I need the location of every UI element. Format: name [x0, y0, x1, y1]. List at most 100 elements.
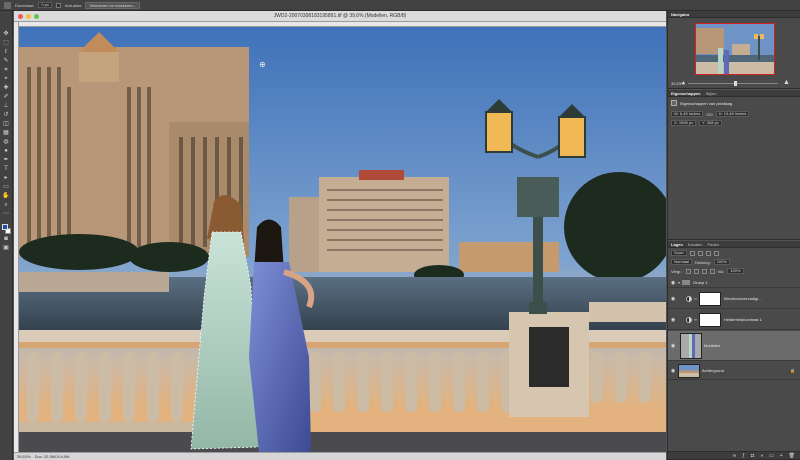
folder-icon [682, 280, 691, 285]
dodge-tool-icon[interactable]: ● [2, 148, 11, 155]
zoom-window-icon[interactable] [34, 14, 39, 19]
tab-properties[interactable]: Eigenschappen [671, 91, 701, 96]
antialias-checkbox[interactable] [55, 2, 61, 8]
image-canvas[interactable]: ⊕ [19, 27, 666, 452]
status-bar: 39,53% Doc: 32,5M/104,9M [14, 452, 666, 460]
lock-transparency-icon[interactable] [685, 268, 691, 274]
layer-thumbnail[interactable] [680, 332, 702, 359]
navigator-zoom-knob[interactable] [734, 81, 737, 86]
lasso-tool-icon[interactable] [4, 1, 11, 9]
path-select-icon[interactable]: ▸ [2, 175, 11, 182]
tab-channels[interactable]: Kanalen [688, 242, 703, 247]
crop-tool-icon[interactable]: ⌗ [2, 67, 11, 74]
navigator-thumbnail[interactable] [695, 23, 775, 75]
opacity-input[interactable]: 100% [713, 259, 730, 265]
eye-icon[interactable]: ◉ [668, 296, 678, 302]
eye-icon[interactable]: ◉ [668, 343, 678, 349]
link-icon[interactable]: ∞ [694, 296, 697, 301]
tab-navigator[interactable]: Navigator [671, 12, 689, 17]
marquee-tool-icon[interactable]: ⬚ [2, 40, 11, 47]
properties-heading: Eigenschappen van pixellaag [680, 100, 733, 106]
layer-row-group[interactable]: ◉ ▾ Groep 1 [668, 278, 800, 288]
layer-row-hue-saturation[interactable]: ◉ ∞ Kleurtoon/verzadigi... [668, 289, 800, 309]
eye-icon[interactable]: ◉ [668, 368, 678, 374]
navigator-zoom-slider[interactable] [688, 83, 778, 84]
zoom-tool-icon[interactable]: ⌕ [2, 202, 11, 209]
layer-row-brightness-contrast[interactable]: ◉ ∞ Helderheid/contrast 1 [668, 310, 800, 330]
feather-label: Doezelaar: [15, 2, 35, 8]
blend-row: Normaal Dekking: 100% [671, 259, 730, 265]
link-dimensions-icon[interactable]: GO [706, 112, 712, 117]
lock-icon: 🔒 [790, 368, 795, 373]
layer-thumbnail[interactable] [678, 363, 700, 378]
layer-mask-thumbnail[interactable] [698, 291, 721, 306]
select-and-mask-button[interactable]: Selecteren en maskeren... [85, 1, 141, 9]
foreground-color-swatch[interactable] [1, 224, 8, 230]
layer-mask-thumbnail[interactable] [698, 312, 721, 327]
fill-input[interactable]: 100% [727, 268, 744, 274]
layers-panel: Lagen Kanalen Paden Soort Normaal Dekkin… [668, 241, 800, 460]
gradient-tool-icon[interactable]: ▦ [2, 130, 11, 137]
width-field[interactable]: W: 6,45 inches [671, 111, 704, 117]
lock-all-icon[interactable] [709, 268, 715, 274]
filter-type-icon[interactable] [705, 250, 711, 256]
eraser-tool-icon[interactable]: ◫ [2, 121, 11, 128]
tab-layers[interactable]: Lagen [671, 242, 683, 247]
stamp-tool-icon[interactable]: ⊥ [2, 103, 11, 110]
quick-mask-icon[interactable]: ◙ [2, 236, 11, 243]
lock-position-icon[interactable] [701, 268, 707, 274]
blend-mode-select[interactable]: Normaal [671, 259, 693, 265]
navigator-preview [696, 24, 774, 74]
minimize-window-icon[interactable] [26, 14, 31, 19]
pen-tool-icon[interactable]: ✒ [2, 157, 11, 164]
pixel-layer-icon [671, 100, 677, 106]
lasso-tool-icon[interactable]: ℓ [2, 49, 11, 56]
close-window-icon[interactable] [18, 14, 23, 19]
fx-icon[interactable]: ƒ [742, 453, 745, 459]
eyedropper-tool-icon[interactable]: ⌖ [2, 76, 11, 83]
new-group-icon[interactable]: ▭ [769, 453, 774, 459]
brush-tool-icon[interactable]: ✐ [2, 94, 11, 101]
layers-tabs: Lagen Kanalen Paden [668, 241, 800, 248]
navigator-tabs: Navigator [668, 11, 800, 18]
adjustment-icon[interactable]: ◑ [760, 453, 763, 459]
screen-mode-icon[interactable]: ▣ [2, 245, 11, 252]
window-controls [18, 14, 39, 19]
quick-select-tool-icon[interactable]: ✎ [2, 58, 11, 65]
expand-arrow-icon[interactable]: ▾ [678, 280, 680, 285]
trash-icon[interactable]: 🗑 [789, 453, 795, 459]
history-brush-icon[interactable]: ↺ [2, 112, 11, 119]
document-title: JWD2-20070308183195891.tif @ 39,6% (Mode… [273, 13, 407, 19]
status-zoom[interactable]: 39,53% [17, 454, 31, 459]
adjustment-layer-icon [686, 316, 692, 323]
x-field[interactable]: X: 1590 px [671, 120, 697, 126]
layer-row-models[interactable]: ◉ Modellen [668, 331, 800, 361]
tab-styles[interactable]: Stijlen [706, 91, 717, 96]
more-tools-icon[interactable]: ⋯ [2, 211, 11, 218]
color-swatches[interactable] [1, 224, 11, 234]
move-tool-icon[interactable]: ✥ [2, 31, 11, 38]
eye-icon[interactable]: ◉ [668, 280, 678, 286]
zoom-in-icon[interactable]: ▲ [783, 79, 790, 86]
layer-filter-select[interactable]: Soort [671, 250, 687, 256]
shape-tool-icon[interactable]: ▭ [2, 184, 11, 191]
link-icon[interactable]: ∞ [694, 317, 697, 322]
height-field[interactable]: H: 10,48 inches [715, 111, 750, 117]
healing-tool-icon[interactable]: ✚ [2, 85, 11, 92]
link-layers-icon[interactable]: ∞ [733, 453, 737, 459]
zoom-out-icon[interactable]: ▲ [681, 80, 686, 86]
lock-pixels-icon[interactable] [693, 268, 699, 274]
filter-pixel-icon[interactable] [689, 250, 695, 256]
tab-paths[interactable]: Paden [707, 242, 719, 247]
type-tool-icon[interactable]: T [2, 166, 11, 173]
eye-icon[interactable]: ◉ [668, 317, 678, 323]
y-field[interactable]: Y: 308 px [699, 120, 722, 126]
filter-shape-icon[interactable] [713, 250, 719, 256]
feather-input[interactable]: 0 px [38, 2, 52, 8]
hand-tool-icon[interactable]: ✋ [2, 193, 11, 200]
new-layer-icon[interactable]: + [780, 453, 783, 459]
blur-tool-icon[interactable]: ◍ [2, 139, 11, 146]
add-mask-icon[interactable]: ◘ [751, 453, 754, 459]
filter-adjustment-icon[interactable] [697, 250, 703, 256]
layer-row-background[interactable]: ◉ Achtergrond 🔒 [668, 362, 800, 380]
